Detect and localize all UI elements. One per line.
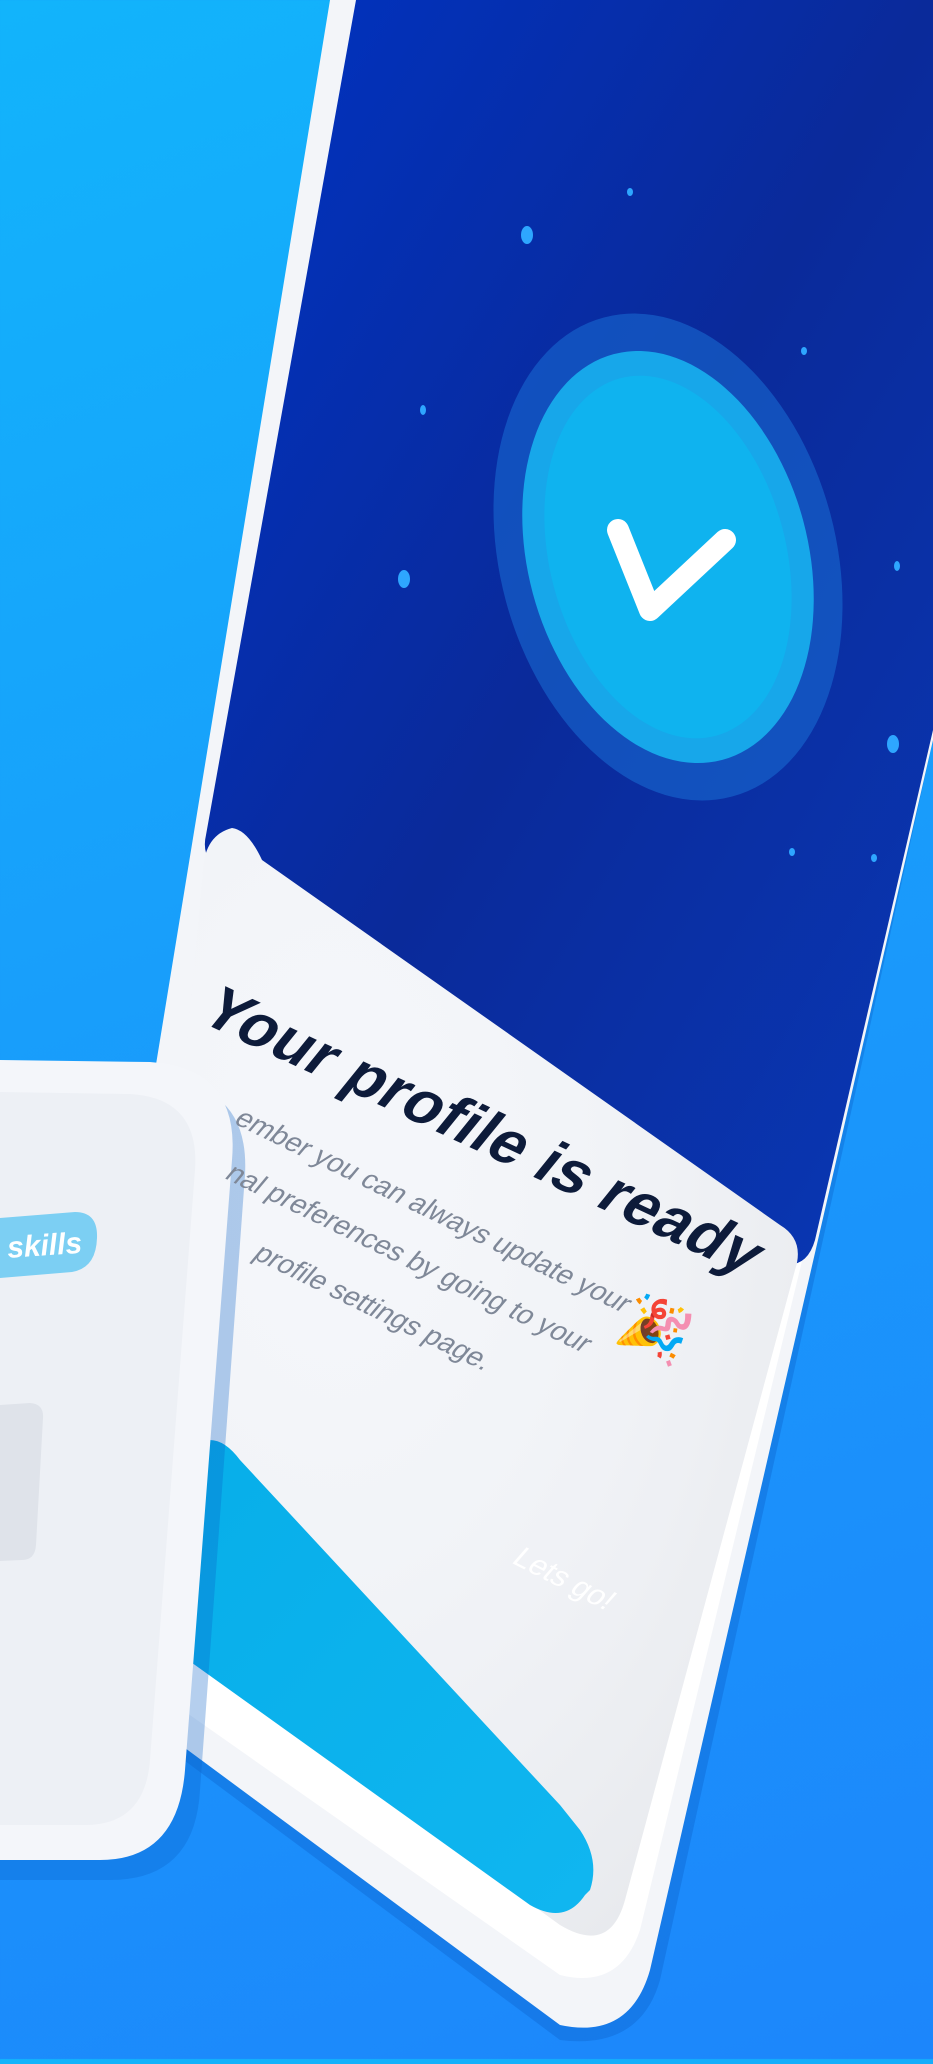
check-circle-icon (493, 313, 843, 801)
secondary-phone-shadow (0, 1075, 246, 1880)
star-dot-icon (420, 405, 426, 415)
star-dot-icon (398, 570, 410, 588)
checkmark-icon (607, 519, 736, 621)
main-phone (0, 0, 933, 2059)
star-dot-icon (627, 188, 633, 196)
star-dot-icon (521, 226, 533, 244)
star-dot-icon (871, 854, 877, 862)
star-dot-icon (789, 848, 795, 856)
main-phone-frame (70, 0, 933, 2028)
star-dot-icon (801, 347, 807, 355)
secondary-screen (0, 1092, 196, 1825)
star-dot-icon (894, 561, 900, 571)
secondary-input-field[interactable] (0, 1403, 44, 1561)
lets-go-button[interactable]: Lets go! (505, 1542, 623, 1617)
main-phone-graphics (70, 0, 933, 2042)
secondary-phone-frame (0, 1060, 233, 1860)
decoration-dots (398, 188, 900, 862)
star-dot-icon (887, 735, 899, 753)
skills-chip-label[interactable]: skills (6, 1227, 83, 1266)
cta-button-shape (159, 1440, 594, 1913)
secondary-phone-graphics (0, 1060, 246, 1880)
secondary-phone (0, 0, 933, 2059)
